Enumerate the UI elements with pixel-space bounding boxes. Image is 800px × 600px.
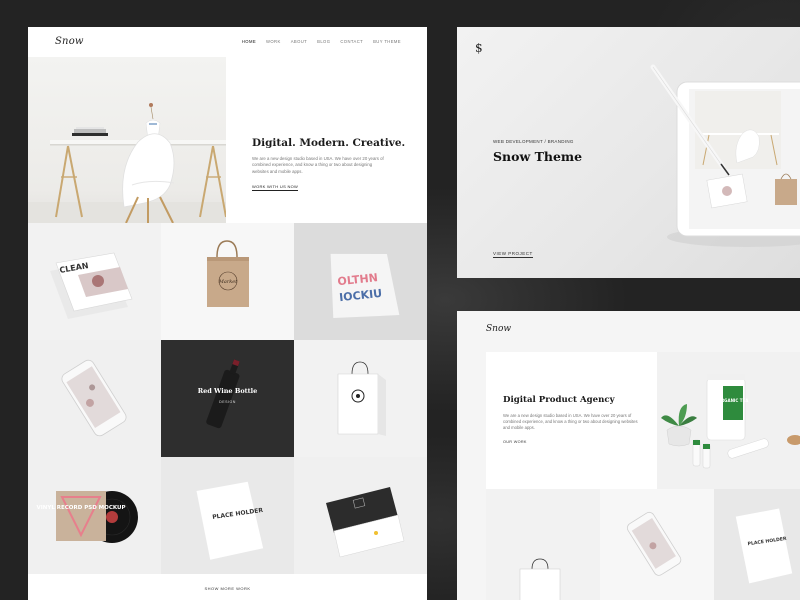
view-project-link[interactable]: VIEW PROJECT bbox=[493, 251, 533, 258]
portfolio-item-wine-bottle[interactable]: Red Wine Bottle DESIGN bbox=[161, 340, 294, 457]
hero-description: We are a new design studio based in USA.… bbox=[252, 156, 384, 174]
agency-homepage-mockup: Snow Digital Product Agency We are a new… bbox=[457, 311, 800, 600]
hero-text-block: Digital. Modern. Creative. We are a new … bbox=[252, 137, 406, 193]
work-with-us-link[interactable]: WORK WITH US NOW bbox=[252, 184, 299, 191]
vinyl-cover-text: VINYL RECORD PSD MOCKUP bbox=[36, 505, 125, 511]
project-title: Snow Theme bbox=[493, 149, 583, 164]
nav-links: HOME WORK ABOUT BLOG CONTACT BUY THEME bbox=[242, 39, 401, 44]
portfolio-item-shopping-bag[interactable] bbox=[294, 340, 427, 457]
portfolio-item-magazine[interactable]: CLEAN bbox=[28, 223, 161, 340]
top-navigation: Snow HOME WORK ABOUT BLOG CONTACT BUY TH… bbox=[28, 27, 427, 57]
homepage-mockup: Snow HOME WORK ABOUT BLOG CONTACT BUY TH… bbox=[28, 27, 427, 600]
hero-title: Digital. Modern. Creative. bbox=[252, 137, 406, 149]
portfolio-item-tshirt[interactable]: OLTHN IOCKIU bbox=[294, 223, 427, 340]
tea-jar-label: ORGANIC TEA bbox=[718, 398, 749, 403]
nav-about[interactable]: ABOUT bbox=[291, 39, 307, 44]
project-tags: WEB DEVELOPMENT / BRANDING bbox=[493, 139, 574, 144]
nav-buy-theme[interactable]: BUY THEME bbox=[373, 39, 401, 44]
wine-bottle-caption: Red Wine Bottle DESIGN bbox=[161, 387, 294, 404]
card-description: We are a new design studio based in USA.… bbox=[503, 413, 638, 431]
portfolio-item-vinyl-record[interactable]: VINYL RECORD PSD MOCKUP bbox=[28, 457, 161, 574]
nav-contact[interactable]: CONTACT bbox=[340, 39, 363, 44]
portfolio-item-iphone[interactable] bbox=[600, 489, 714, 600]
nav-home[interactable]: HOME bbox=[242, 39, 256, 44]
nav-blog[interactable]: BLOG bbox=[317, 39, 330, 44]
portfolio-item-folded-tshirt[interactable]: PLACE HOLDER bbox=[714, 489, 800, 600]
logo[interactable]: Snow bbox=[486, 324, 511, 334]
hero-section: Digital. Modern. Creative. We are a new … bbox=[28, 57, 427, 224]
card-title: Digital Product Agency bbox=[503, 395, 615, 405]
show-more-bar: SHOW MORE WORK bbox=[28, 575, 427, 600]
caption-title: Red Wine Bottle bbox=[197, 387, 258, 395]
hero-desk-photo bbox=[28, 57, 230, 224]
project-detail-mockup: $ WEB DEVELOPMENT / BRANDING Snow Theme … bbox=[457, 27, 800, 278]
logo[interactable]: Snow bbox=[55, 36, 84, 47]
caption-category: DESIGN bbox=[219, 400, 236, 404]
portfolio-item-business-cards[interactable] bbox=[294, 457, 427, 574]
our-work-link[interactable]: OUR WORK bbox=[503, 440, 527, 444]
intro-card: Digital Product Agency We are a new desi… bbox=[486, 352, 657, 489]
portfolio-item-tote-bag[interactable]: Market bbox=[161, 223, 294, 340]
portfolio-item-iphone[interactable] bbox=[28, 340, 161, 457]
portfolio-grid: CLEAN Market OLTHN IOCKIU Red Wine Bottl… bbox=[28, 223, 427, 575]
tote-bag-print-text: Market bbox=[218, 279, 238, 285]
portfolio-item-folded-tshirt[interactable]: PLACE HOLDER bbox=[161, 457, 294, 574]
portfolio-item-shopping-bag[interactable] bbox=[486, 489, 600, 600]
show-more-button[interactable]: SHOW MORE WORK bbox=[204, 586, 250, 591]
nav-work[interactable]: WORK bbox=[266, 39, 281, 44]
products-photo: ORGANIC TEA bbox=[657, 352, 800, 489]
